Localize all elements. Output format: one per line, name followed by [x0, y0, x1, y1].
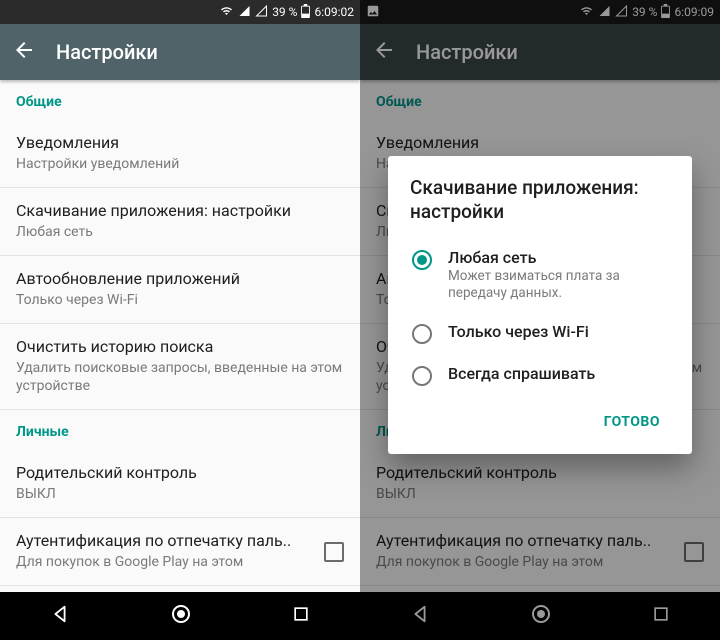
radio-icon — [412, 366, 432, 386]
nav-home-icon[interactable] — [169, 602, 193, 630]
radio-any-network[interactable]: Любая сеть Может взиматься плата за пере… — [410, 238, 670, 312]
back-icon[interactable] — [12, 38, 36, 66]
item-fingerprint[interactable]: Аутентификация по отпечатку паль.. Для п… — [0, 518, 360, 586]
nav-recents-icon[interactable] — [291, 604, 311, 628]
item-parental[interactable]: Родительский контроль ВЫКЛ — [0, 450, 360, 518]
clock: 6:09:02 — [314, 5, 354, 19]
radio-wifi-only[interactable]: Только через Wi-Fi — [410, 312, 670, 354]
item-notifications[interactable]: Уведомления Настройки уведомлений — [0, 120, 360, 188]
section-personal: Личные — [0, 410, 360, 450]
signal-empty-icon — [255, 5, 268, 20]
dialog-title: Скачивание приложения: настройки — [410, 176, 670, 224]
section-general: Общие — [0, 80, 360, 120]
item-clear-search[interactable]: Очистить историю поиска Удалить поисковы… — [0, 324, 360, 410]
settings-list[interactable]: Общие Уведомления Настройки уведомлений … — [0, 80, 360, 592]
nav-bar — [0, 592, 360, 640]
radio-always-ask[interactable]: Всегда спрашивать — [410, 354, 670, 396]
item-download-prefs[interactable]: Скачивание приложения: настройки Любая с… — [0, 188, 360, 256]
status-bar: 39 % 6:09:02 — [0, 0, 360, 24]
done-button[interactable]: ГОТОВО — [596, 406, 668, 438]
download-prefs-dialog: Скачивание приложения: настройки Любая с… — [388, 156, 692, 454]
radio-icon — [412, 250, 432, 270]
phone-left: 39 % 6:09:02 Настройки Общие Уведомления… — [0, 0, 360, 640]
item-autoupdate[interactable]: Автообновление приложений Только через W… — [0, 256, 360, 324]
nav-back-icon[interactable] — [49, 603, 71, 629]
radio-icon — [412, 324, 432, 344]
fingerprint-checkbox[interactable] — [324, 542, 344, 562]
battery-pct: 39 % — [272, 5, 297, 19]
page-title: Настройки — [56, 40, 158, 64]
phone-right: 39 % 6:09:09 Настройки Общие Уведомления… — [360, 0, 720, 640]
wifi-icon — [219, 5, 234, 20]
signal-icon — [238, 5, 251, 20]
battery-icon — [301, 4, 310, 21]
app-bar: Настройки — [0, 24, 360, 80]
